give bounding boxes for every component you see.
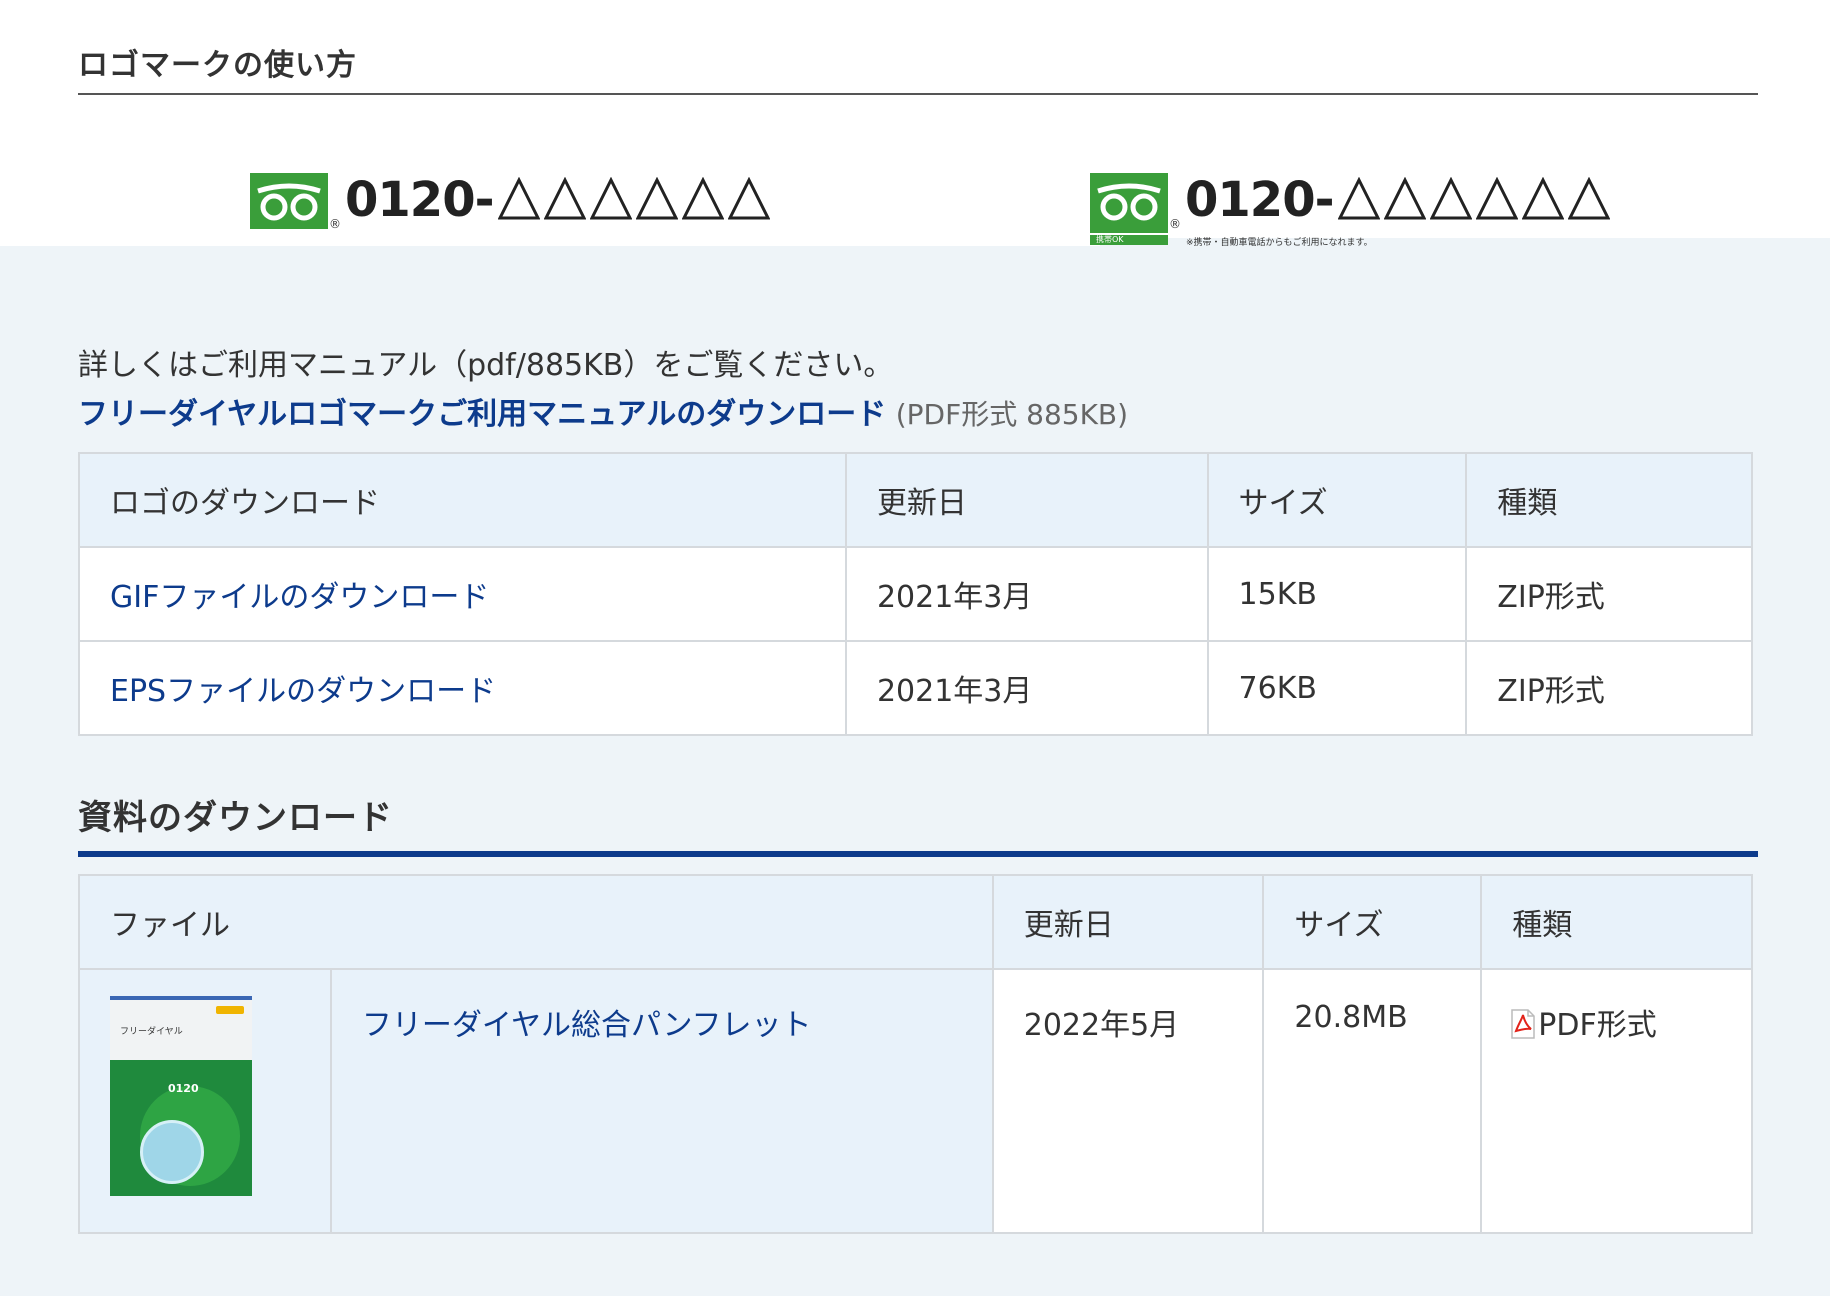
gif-download-link[interactable]: GIFファイルのダウンロード [110,580,489,615]
col-header-updated: 更新日 [991,874,1265,970]
cell-name: EPSファイルのダウンロード [78,640,847,736]
cell-size: 15KB [1206,546,1468,642]
manual-detail-text: 詳しくはご利用マニュアル（pdf/885KB）をご覧ください。 [78,348,894,383]
cell-date: 2021年3月 [844,546,1209,642]
cell-name: GIFファイルのダウンロード [78,546,847,642]
mobile-note: ※携帯・自動車電話からもご利用になれます。 [1186,238,1373,248]
freedial-logo-mobile-ok: 携帯OK ® 0120- ※携帯・自動車電話からもご利用になれます。 [1090,172,1610,248]
col-header-logo-download: ロゴのダウンロード [78,452,847,548]
col-header-size: サイズ [1206,452,1468,548]
thumb-number: 0120 [168,1082,199,1095]
cell-size: 20.8MB [1262,968,1483,1234]
cell-type: ZIP形式 [1465,546,1753,642]
pamphlet-thumbnail[interactable]: フリーダイヤル 0120 [110,996,252,1196]
cell-thumbnail: フリーダイヤル 0120 [78,968,332,1234]
freedial-mark-icon [250,173,328,229]
registered-mark: ® [329,217,341,231]
docs-download-table: ファイル 更新日 サイズ 種類 フリーダイヤル 0120 フリーダイヤル総合パン… [78,874,1753,1234]
logo-download-table: ロゴのダウンロード 更新日 サイズ 種類 GIFファイルのダウンロード 2021… [78,452,1753,736]
col-header-file: ファイル [78,874,994,970]
logo-number: 0120- [345,172,495,228]
col-header-size: サイズ [1262,874,1483,970]
cell-date: 2021年3月 [844,640,1209,736]
manual-file-meta: (PDF形式 885KB) [895,398,1129,431]
table-row: GIFファイルのダウンロード 2021年3月 15KB ZIP形式 [78,546,1753,642]
table-header-row: ロゴのダウンロード 更新日 サイズ 種類 [78,452,1753,548]
logo-usage-title: ロゴマークの使い方 [78,48,357,83]
table-row: EPSファイルのダウンロード 2021年3月 76KB ZIP形式 [78,640,1753,736]
logo-placeholder-marks [1337,177,1610,221]
title-divider [78,93,1758,95]
docs-section-title: 資料のダウンロード [78,798,393,838]
freedial-mark-icon: 携帯OK [1090,173,1168,245]
freedial-logo-standard: ® 0120- [250,173,770,231]
table-row: フリーダイヤル 0120 フリーダイヤル総合パンフレット 2022年5月 20.… [78,968,1753,1234]
logo-number: 0120- [1185,172,1335,228]
cell-size: 76KB [1206,640,1468,736]
col-header-type: 種類 [1465,452,1753,548]
mobile-ok-band: 携帯OK [1090,233,1168,245]
thumb-title: フリーダイヤル [120,1027,183,1037]
col-header-type: 種類 [1480,874,1753,970]
table-header-row: ファイル 更新日 サイズ 種類 [78,874,1753,970]
registered-mark: ® [1169,217,1181,231]
cell-type: PDF形式 [1480,968,1753,1234]
manual-download-row: フリーダイヤルロゴマークご利用マニュアルのダウンロード (PDF形式 885KB… [78,389,1128,433]
logo-placeholder-marks [497,177,770,221]
thumb-person-photo [140,1120,204,1184]
file-type-label: PDF形式 [1538,1008,1657,1043]
eps-download-link[interactable]: EPSファイルのダウンロード [110,674,496,709]
col-header-updated: 更新日 [844,452,1209,548]
cell-date: 2022年5月 [991,968,1265,1234]
pamphlet-download-link[interactable]: フリーダイヤル総合パンフレット [362,1008,812,1043]
docs-title-divider [78,851,1758,857]
pdf-file-icon [1511,1008,1536,1039]
cell-type: ZIP形式 [1465,640,1753,736]
thumb-brand-logo [216,1006,244,1014]
manual-download-link[interactable]: フリーダイヤルロゴマークご利用マニュアルのダウンロード [78,397,886,432]
cell-name: フリーダイヤル総合パンフレット [329,968,994,1234]
